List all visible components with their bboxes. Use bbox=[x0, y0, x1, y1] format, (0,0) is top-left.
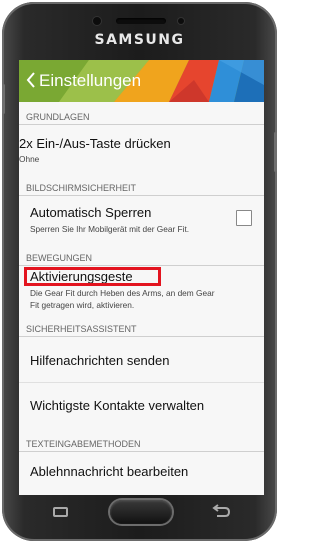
brand-logo: SAMSUNG bbox=[94, 32, 185, 48]
volume-button bbox=[2, 84, 5, 114]
divider bbox=[19, 382, 264, 383]
item-kontakte-title[interactable]: Wichtigste Kontakte verwalten bbox=[30, 398, 204, 413]
item-ablehn-title[interactable]: Ablehnnachricht bearbeiten bbox=[30, 464, 188, 479]
item-sperren-title[interactable]: Automatisch Sperren bbox=[30, 205, 151, 220]
back-arrow-icon[interactable] bbox=[210, 504, 232, 520]
proximity-sensor bbox=[93, 17, 101, 25]
section-texteingabe: TEXTEINGABEMETHODEN bbox=[19, 437, 264, 452]
section-bewegungen: BEWEGUNGEN bbox=[19, 251, 264, 266]
earpiece bbox=[116, 18, 166, 24]
item-geste-subtitle-2: Fit getragen wird, aktivieren. bbox=[30, 300, 135, 310]
screen: Einstellungen GRUNDLAGEN 2x Ein-/Aus-Tas… bbox=[19, 60, 264, 495]
auto-lock-checkbox[interactable] bbox=[236, 210, 252, 226]
item-taste-title[interactable]: 2x Ein-/Aus-Taste drücken bbox=[19, 136, 171, 151]
item-taste-subtitle: Ohne bbox=[19, 154, 40, 164]
home-button-icon[interactable] bbox=[110, 500, 172, 524]
item-sperren-subtitle: Sperren Sie Ihr Mobilgerät mit der Gear … bbox=[30, 224, 190, 234]
section-grundlagen: GRUNDLAGEN bbox=[19, 110, 264, 125]
highlight-box bbox=[24, 267, 161, 286]
power-button bbox=[274, 132, 277, 172]
item-geste-subtitle-1: Die Gear Fit durch Heben des Arms, an de… bbox=[30, 288, 215, 298]
hardware-navbar bbox=[2, 495, 277, 541]
page-title: Einstellungen bbox=[39, 71, 142, 90]
phone-frame: SAMSUNG Einstellungen GRUNDLAGEN 2x Ein-… bbox=[2, 2, 277, 541]
app-header: Einstellungen bbox=[19, 60, 264, 102]
front-camera bbox=[178, 18, 184, 24]
item-hilfe-title[interactable]: Hilfenachrichten senden bbox=[30, 353, 169, 368]
recent-apps-icon[interactable] bbox=[53, 507, 68, 517]
section-bildschirm: BILDSCHIRMSICHERHEIT bbox=[19, 181, 264, 196]
section-sicherheit: SICHERHEITSASSISTENT bbox=[19, 322, 264, 337]
